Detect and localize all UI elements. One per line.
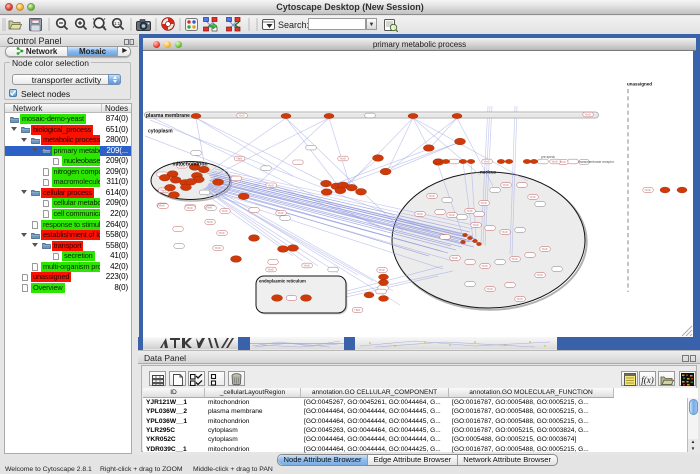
svg-text:Ybr0: Ybr0 — [278, 211, 284, 215]
svg-text:unassigned: unassigned — [627, 82, 652, 87]
svg-text:Ybr0: Ybr0 — [429, 194, 435, 198]
svg-text:Ybr0: Ybr0 — [187, 206, 193, 210]
svg-text:endoplasmic reticulum: endoplasmic reticulum — [259, 279, 306, 284]
svg-text:Ybr0: Ybr0 — [585, 113, 591, 117]
svg-text:transmembrane receptor: transmembrane receptor — [579, 160, 615, 164]
svg-text:Ybr0: Ybr0 — [481, 201, 487, 205]
svg-text:Ybr0: Ybr0 — [268, 183, 274, 187]
svg-text:Ybr0: Ybr0 — [503, 183, 509, 187]
svg-text:plasma membrane: plasma membrane — [146, 113, 190, 119]
svg-text:Ybr0: Ybr0 — [560, 160, 566, 164]
svg-text:1:1: 1:1 — [114, 21, 121, 26]
svg-text:pre-speck: pre-speck — [541, 155, 555, 159]
svg-text:Ybr0: Ybr0 — [354, 308, 360, 312]
svg-text:Ybr0: Ybr0 — [239, 114, 245, 118]
svg-text:Ybr0: Ybr0 — [517, 297, 523, 301]
svg-text:Ybr0: Ybr0 — [552, 160, 558, 164]
svg-text:Ybr0: Ybr0 — [340, 157, 346, 161]
svg-text:mitochondrion: mitochondrion — [173, 162, 208, 168]
svg-text:Ybr0: Ybr0 — [530, 195, 536, 199]
svg-text:Ybr0: Ybr0 — [484, 160, 490, 164]
svg-text:Ybr0: Ybr0 — [482, 264, 488, 268]
svg-text:Ybr0: Ybr0 — [215, 246, 221, 250]
svg-text:Ybr0: Ybr0 — [452, 256, 458, 260]
svg-text:Ybr0: Ybr0 — [304, 264, 310, 268]
svg-text:cytoplasm: cytoplasm — [148, 129, 173, 135]
svg-text:Ybr0: Ybr0 — [206, 205, 212, 209]
svg-text:Ybr0: Ybr0 — [512, 257, 518, 261]
svg-text:Ybr0: Ybr0 — [473, 223, 479, 227]
svg-text:Ybr0: Ybr0 — [645, 188, 651, 192]
svg-text:Ybr0: Ybr0 — [159, 204, 165, 208]
svg-text:Ybr0: Ybr0 — [207, 220, 213, 224]
svg-text:Ybr0: Ybr0 — [487, 287, 493, 291]
svg-text:Ybr0: Ybr0 — [219, 231, 225, 235]
svg-text:nucleus: nucleus — [480, 170, 496, 175]
svg-text:Ybr0: Ybr0 — [467, 209, 473, 213]
svg-text:Ybr0: Ybr0 — [379, 268, 385, 272]
svg-text:Ybr0: Ybr0 — [236, 157, 242, 161]
svg-text:Ybr0: Ybr0 — [449, 213, 455, 217]
svg-text:Ybr0: Ybr0 — [222, 209, 228, 213]
svg-text:Ybr0: Ybr0 — [268, 268, 274, 272]
svg-text:Ybr0: Ybr0 — [502, 230, 508, 234]
svg-text:Ybr0: Ybr0 — [537, 273, 543, 277]
svg-text:Ybr0: Ybr0 — [417, 212, 423, 216]
svg-text:Ybr0: Ybr0 — [542, 247, 548, 251]
